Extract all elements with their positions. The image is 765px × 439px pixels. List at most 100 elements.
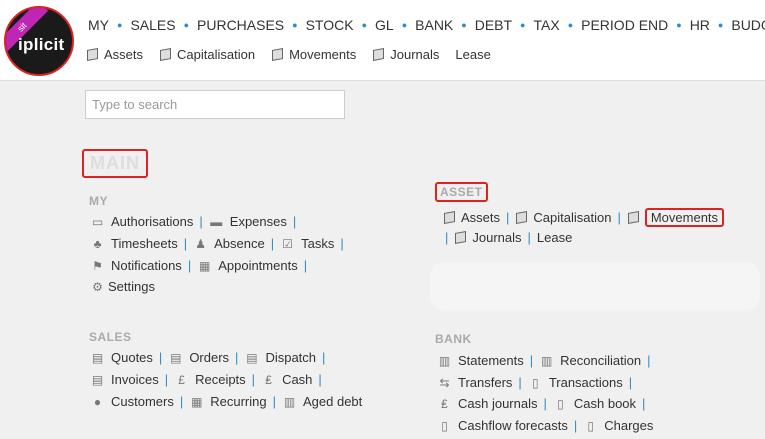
link-recurring[interactable]: ▦ Recurring xyxy=(189,394,267,409)
separator: | xyxy=(518,375,522,390)
link-statements[interactable]: ▥ Statements xyxy=(437,353,524,368)
link-dispatch[interactable]: ▤ Dispatch xyxy=(244,350,316,365)
link-label: Assets xyxy=(461,210,501,225)
asset-cube-icon xyxy=(454,232,467,243)
link-customers[interactable]: ● Customers xyxy=(90,394,174,409)
user-icon: ● xyxy=(93,394,102,409)
separator: | xyxy=(183,236,188,251)
link-cash-book[interactable]: ▯ Cash book xyxy=(553,396,636,411)
link-settings[interactable]: ⚙ Settings xyxy=(90,279,155,294)
topnav-debt[interactable]: DEBT xyxy=(475,17,512,33)
link-journals[interactable]: Journals xyxy=(454,230,521,245)
topnav-my[interactable]: MY xyxy=(88,17,109,33)
link-charges[interactable]: ▯ Charges xyxy=(583,418,653,433)
receipt-icon: £ xyxy=(178,372,185,387)
link-orders[interactable]: ▤ Orders xyxy=(168,350,229,365)
topnav-tax[interactable]: TAX xyxy=(533,17,559,33)
link-reconciliation[interactable]: ▥ Reconciliation xyxy=(539,353,641,368)
search-input[interactable] xyxy=(85,90,345,119)
link-authorisations[interactable]: ▭ Authorisations xyxy=(90,214,194,229)
link-quotes[interactable]: ▤ Quotes xyxy=(90,350,153,365)
asset-cube-icon xyxy=(372,49,385,60)
asset-cube-icon xyxy=(627,212,640,223)
subnav-lease[interactable]: Lease xyxy=(455,47,490,62)
link-tasks[interactable]: ☑ Tasks xyxy=(280,236,334,251)
subnav-label: Movements xyxy=(289,47,357,62)
link-expenses[interactable]: ▬ Expenses xyxy=(209,214,287,229)
iplicit-logo[interactable]: sit iplicit xyxy=(4,6,74,76)
link-label: Aged debt xyxy=(303,394,363,409)
bank-row-3: ₤ Cash journals | ▯ Cash book | xyxy=(437,396,651,411)
link-label: Customers xyxy=(111,394,174,409)
subnav-journals[interactable]: Journals xyxy=(372,47,439,62)
link-label: Statements xyxy=(458,353,524,368)
link-cash[interactable]: ₤ Cash xyxy=(261,372,312,387)
my-row-4: ⚙ Settings xyxy=(90,279,155,294)
link-label: Cashflow forecasts xyxy=(458,418,568,433)
link-label: Orders xyxy=(189,350,230,365)
link-absence[interactable]: ♟ Absence xyxy=(193,236,264,251)
my-row-1: ▭ Authorisations | ▬ Expenses | xyxy=(90,214,302,229)
credit-card-icon: ▬ xyxy=(210,214,223,229)
separator: | xyxy=(179,394,184,409)
user-absence-icon: ♟ xyxy=(195,236,206,251)
separator: | xyxy=(617,210,621,225)
link-transactions[interactable]: ▯ Transactions xyxy=(528,375,623,390)
link-appointments[interactable]: ▦ Appointments xyxy=(197,258,298,273)
separator: | xyxy=(506,210,510,225)
nav-dot: ● xyxy=(520,20,526,30)
link-timesheets[interactable]: ♣ Timesheets xyxy=(90,236,178,251)
cash-icon: ₤ xyxy=(441,396,448,411)
link-label: Expenses xyxy=(229,214,287,229)
link-transfers[interactable]: ⇆ Transfers xyxy=(437,375,512,390)
section-title-bank: BANK xyxy=(435,332,472,346)
bar-chart-icon: ▥ xyxy=(283,394,296,409)
topnav-gl[interactable]: GL xyxy=(375,17,394,33)
link-label: Journals xyxy=(472,230,522,245)
topnav-bank[interactable]: BANK xyxy=(415,17,453,33)
link-receipts[interactable]: £ Receipts xyxy=(174,372,245,387)
separator: | xyxy=(303,258,308,273)
nav-dot: ● xyxy=(567,20,574,30)
separator: | xyxy=(529,353,534,368)
link-invoices[interactable]: ▤ Invoices xyxy=(90,372,159,387)
separator: | xyxy=(543,396,547,411)
nav-dot: ● xyxy=(183,20,190,30)
link-label: Dispatch xyxy=(265,350,317,365)
link-assets[interactable]: Assets xyxy=(443,210,500,225)
subnav-capitalisation[interactable]: Capitalisation xyxy=(159,47,255,62)
subnav-label: Assets xyxy=(104,47,144,62)
sales-row-1: ▤ Quotes | ▤ Orders | ▤ Dispatch | xyxy=(90,350,331,365)
calendar-icon: ▦ xyxy=(191,394,203,409)
separator: | xyxy=(573,418,578,433)
link-cashflow-forecasts[interactable]: ▯ Cashflow forecasts xyxy=(437,418,568,433)
topnav-sales[interactable]: SALES xyxy=(130,17,175,33)
link-label: Cash xyxy=(282,372,313,387)
link-movements[interactable]: Movements xyxy=(627,208,725,227)
topnav-purchases[interactable]: PURCHASES xyxy=(197,17,284,33)
link-label: Quotes xyxy=(111,350,153,365)
topnav-budget[interactable]: BUDGET xyxy=(731,17,765,33)
separator: | xyxy=(322,350,326,365)
asset-cube-icon xyxy=(86,49,99,60)
book-icon: ▯ xyxy=(587,418,595,433)
link-label: Cash journals xyxy=(458,396,538,411)
link-cash-journals[interactable]: ₤ Cash journals xyxy=(437,396,538,411)
link-notifications[interactable]: ⚑ Notifications xyxy=(90,258,182,273)
link-label: Notifications xyxy=(111,258,182,273)
topnav-period-end[interactable]: PERIOD END xyxy=(581,17,668,33)
link-capitalisation[interactable]: Capitalisation xyxy=(515,210,611,225)
top-nav: MY ● SALES ● PURCHASES ● STOCK ● GL ● BANK ● D… xyxy=(88,17,765,33)
separator: | xyxy=(158,350,163,365)
separator: | xyxy=(199,214,203,229)
separator: | xyxy=(647,353,651,368)
sales-row-3: ● Customers | ▦ Recurring | ▥ Aged debt xyxy=(90,394,362,409)
topnav-stock[interactable]: STOCK xyxy=(306,17,354,33)
subnav-assets[interactable]: Assets xyxy=(86,47,143,62)
link-lease[interactable]: Lease xyxy=(537,230,572,245)
link-label: Capitalisation xyxy=(533,210,612,225)
topnav-hr[interactable]: HR xyxy=(690,17,710,33)
subnav-label: Lease xyxy=(455,47,491,62)
link-aged-debt[interactable]: ▥ Aged debt xyxy=(282,394,362,409)
subnav-movements[interactable]: Movements xyxy=(271,47,356,62)
